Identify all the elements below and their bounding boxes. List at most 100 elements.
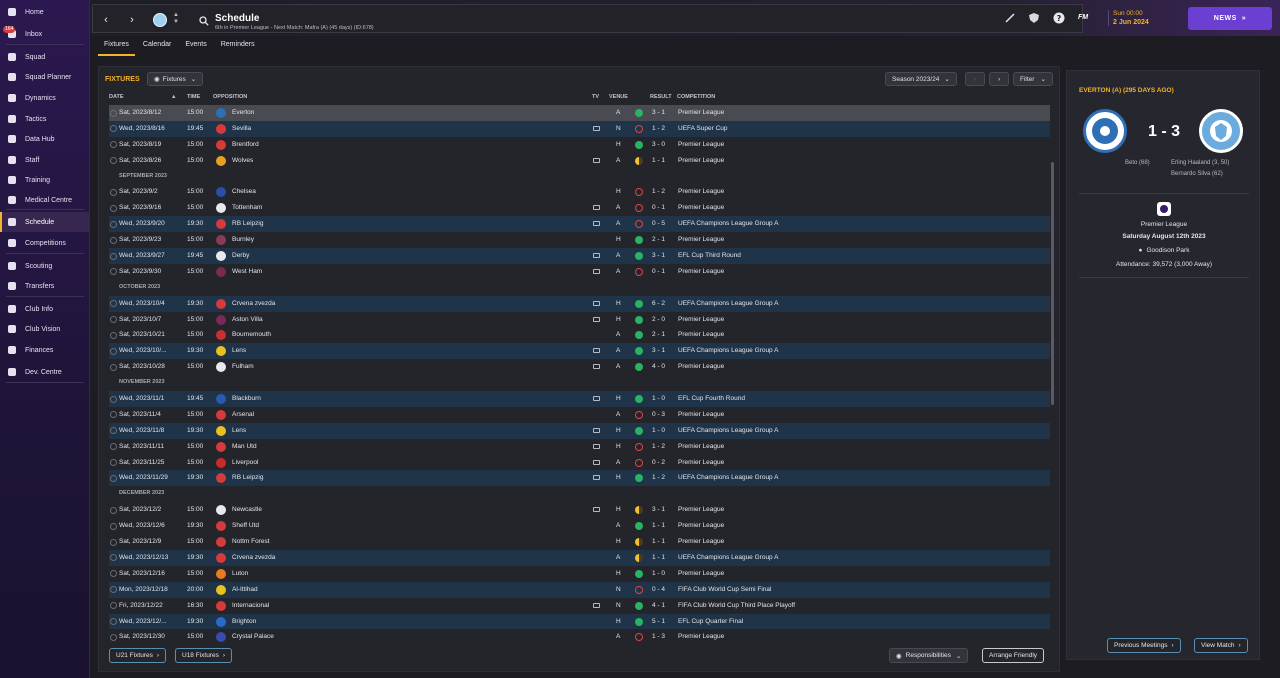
fixture-opponent[interactable]: Fulham [232, 363, 254, 370]
fixture-opponent[interactable]: Sevilla [232, 125, 251, 132]
fixture-score[interactable]: 4 - 0 [652, 363, 665, 370]
fixture-opponent[interactable]: Brighton [232, 618, 256, 625]
sidebar-item-squad[interactable]: Squad [0, 47, 90, 67]
row-select-icon[interactable] [110, 602, 117, 610]
row-select-icon[interactable] [110, 411, 117, 419]
table-row[interactable]: Sat, 2023/12/30 15:00 Crystal Palace A 1 - 3… [109, 629, 1050, 645]
fixture-opponent[interactable]: Tottenham [232, 204, 262, 211]
table-row[interactable]: Sat, 2023/8/12 15:00 Everton A 3 - 1 Premier … [109, 105, 1050, 121]
sidebar-item-transfers[interactable]: Transfers [0, 276, 90, 296]
fixture-opponent[interactable]: Burnley [232, 236, 254, 243]
col-date[interactable]: DATE [109, 94, 124, 100]
fixture-opponent[interactable]: Sheff Utd [232, 522, 259, 529]
club-switch-icon[interactable]: ▲ ▼ [173, 12, 179, 26]
fixture-score[interactable]: 3 - 1 [652, 347, 665, 354]
club-crest-icon[interactable] [153, 13, 167, 27]
col-tv[interactable]: TV [592, 94, 599, 100]
fixture-competition[interactable]: EFL Cup Fourth Round [678, 395, 745, 402]
col-result[interactable]: RESULT [650, 94, 672, 100]
u18-fixtures-button[interactable]: U18 Fixtures › [175, 648, 233, 663]
fixture-score[interactable]: 5 - 1 [652, 618, 665, 625]
table-row[interactable]: Sat, 2023/10/21 15:00 Bournemouth A 2 - 1 Pre… [109, 327, 1050, 343]
arrange-friendly-button[interactable]: Arrange Friendly [982, 648, 1045, 663]
responsibilities-button[interactable]: ◉ Responsibilities ⌄ [889, 648, 969, 663]
view-dropdown[interactable]: ◉ Fixtures ⌄ [147, 72, 204, 86]
row-select-icon[interactable] [110, 427, 117, 435]
row-select-icon[interactable] [110, 522, 117, 530]
view-match-button[interactable]: View Match › [1194, 638, 1248, 653]
table-row[interactable]: Sat, 2023/12/16 15:00 Luton H 1 - 0 Premier L… [109, 566, 1050, 582]
fixture-competition[interactable]: Premier League [678, 331, 724, 338]
fixture-opponent[interactable]: Brentford [232, 141, 259, 148]
sidebar-item-medical-centre[interactable]: Medical Centre [0, 190, 90, 210]
table-row[interactable]: Sat, 2023/8/19 15:00 Brentford H 3 - 0 Premie… [109, 137, 1050, 153]
table-row[interactable]: Wed, 2023/10/4 19:30 Crvena zvezda H 6 - 2 UE… [109, 295, 1050, 312]
sidebar-item-home[interactable]: Home [0, 2, 90, 22]
fixture-competition[interactable]: Premier League [678, 443, 724, 450]
row-select-icon[interactable] [110, 586, 117, 594]
sidebar-item-scouting[interactable]: Scouting [0, 256, 90, 276]
fixture-score[interactable]: 1 - 1 [652, 157, 665, 164]
fixture-score[interactable]: 1 - 0 [652, 570, 665, 577]
club-badge-icon[interactable] [1028, 12, 1040, 24]
fixture-score[interactable]: 1 - 2 [652, 474, 665, 481]
filter-button[interactable]: Filter ⌄ [1013, 72, 1053, 86]
search-icon[interactable] [199, 16, 209, 26]
table-row[interactable]: Mon, 2023/12/18 20:00 Al-Ittihad N 0 - 4 FIFA… [109, 581, 1050, 598]
scrollbar[interactable] [1051, 162, 1054, 405]
table-row[interactable]: Sat, 2023/9/30 15:00 West Ham A 0 - 1 Premier… [109, 264, 1050, 280]
row-select-icon[interactable] [110, 331, 117, 339]
fixture-competition[interactable]: Premier League [678, 363, 724, 370]
row-select-icon[interactable] [110, 363, 117, 371]
fixture-score[interactable]: 1 - 2 [652, 188, 665, 195]
fixture-score[interactable]: 1 - 1 [652, 554, 665, 561]
fixture-opponent[interactable]: Blackburn [232, 395, 261, 402]
tab-fixtures[interactable]: Fixtures [98, 38, 135, 56]
everton-crest-icon[interactable] [1083, 109, 1127, 153]
col-competition[interactable]: COMPETITION [677, 94, 715, 100]
table-row[interactable]: Wed, 2023/9/27 19:45 Derby A 3 - 1 EFL Cup Th… [109, 248, 1050, 264]
row-select-icon[interactable] [110, 633, 117, 641]
row-select-icon[interactable] [110, 220, 117, 228]
fixture-opponent[interactable]: Crystal Palace [232, 633, 274, 640]
fixture-score[interactable]: 2 - 1 [652, 236, 665, 243]
fixture-competition[interactable]: Premier League [678, 538, 724, 545]
fixture-opponent[interactable]: Chelsea [232, 188, 256, 195]
sidebar-item-dev-centre[interactable]: Dev. Centre [0, 362, 90, 382]
sidebar-item-finances[interactable]: Finances [0, 340, 90, 360]
fixture-competition[interactable]: Premier League [678, 204, 724, 211]
edit-icon[interactable] [1004, 12, 1016, 24]
fixture-score[interactable]: 2 - 0 [652, 316, 665, 323]
sidebar-item-club-info[interactable]: Club Info [0, 299, 90, 319]
fixture-opponent[interactable]: Aston Villa [232, 316, 263, 323]
fixture-score[interactable]: 0 - 5 [652, 220, 665, 227]
fixture-competition[interactable]: Premier League [678, 459, 724, 466]
fixture-score[interactable]: 3 - 1 [652, 506, 665, 513]
fixture-competition[interactable]: Premier League [678, 316, 724, 323]
tab-reminders[interactable]: Reminders [215, 38, 261, 56]
table-row[interactable]: Sat, 2023/10/28 15:00 Fulham A 4 - 0 Premier … [109, 359, 1050, 375]
row-select-icon[interactable] [110, 570, 117, 578]
row-select-icon[interactable] [110, 316, 117, 324]
table-row[interactable]: Wed, 2023/10/... 19:30 Lens A 3 - 1 UEFA Cham… [109, 343, 1050, 360]
row-select-icon[interactable] [110, 125, 117, 133]
fixture-competition[interactable]: UEFA Champions League Group A [678, 427, 778, 434]
u21-fixtures-button[interactable]: U21 Fixtures › [109, 648, 167, 663]
fixture-competition[interactable]: FIFA Club World Cup Semi Final [678, 586, 771, 593]
table-row[interactable]: Sat, 2023/9/23 15:00 Burnley H 2 - 1 Premier … [109, 232, 1050, 248]
row-select-icon[interactable] [110, 474, 117, 482]
row-select-icon[interactable] [110, 347, 117, 355]
fixture-opponent[interactable]: Lens [232, 347, 246, 354]
fixture-score[interactable]: 0 - 1 [652, 204, 665, 211]
row-select-icon[interactable] [110, 300, 117, 308]
table-row[interactable]: Sat, 2023/9/16 15:00 Tottenham A 0 - 1 Premie… [109, 200, 1050, 216]
fm-logo[interactable]: FM [1078, 14, 1088, 21]
fixture-score[interactable]: 1 - 0 [652, 395, 665, 402]
fixture-score[interactable]: 1 - 1 [652, 538, 665, 545]
row-select-icon[interactable] [110, 618, 117, 625]
fixture-score[interactable]: 2 - 1 [652, 331, 665, 338]
previous-meetings-button[interactable]: Previous Meetings › [1107, 638, 1181, 653]
table-row[interactable]: Sat, 2023/12/9 15:00 Nottm Forest H 1 - 1 Pre… [109, 534, 1050, 550]
tab-calendar[interactable]: Calendar [137, 38, 177, 56]
table-row[interactable]: Wed, 2023/12/13 19:30 Crvena zvezda A 1 - 1 U… [109, 549, 1050, 566]
